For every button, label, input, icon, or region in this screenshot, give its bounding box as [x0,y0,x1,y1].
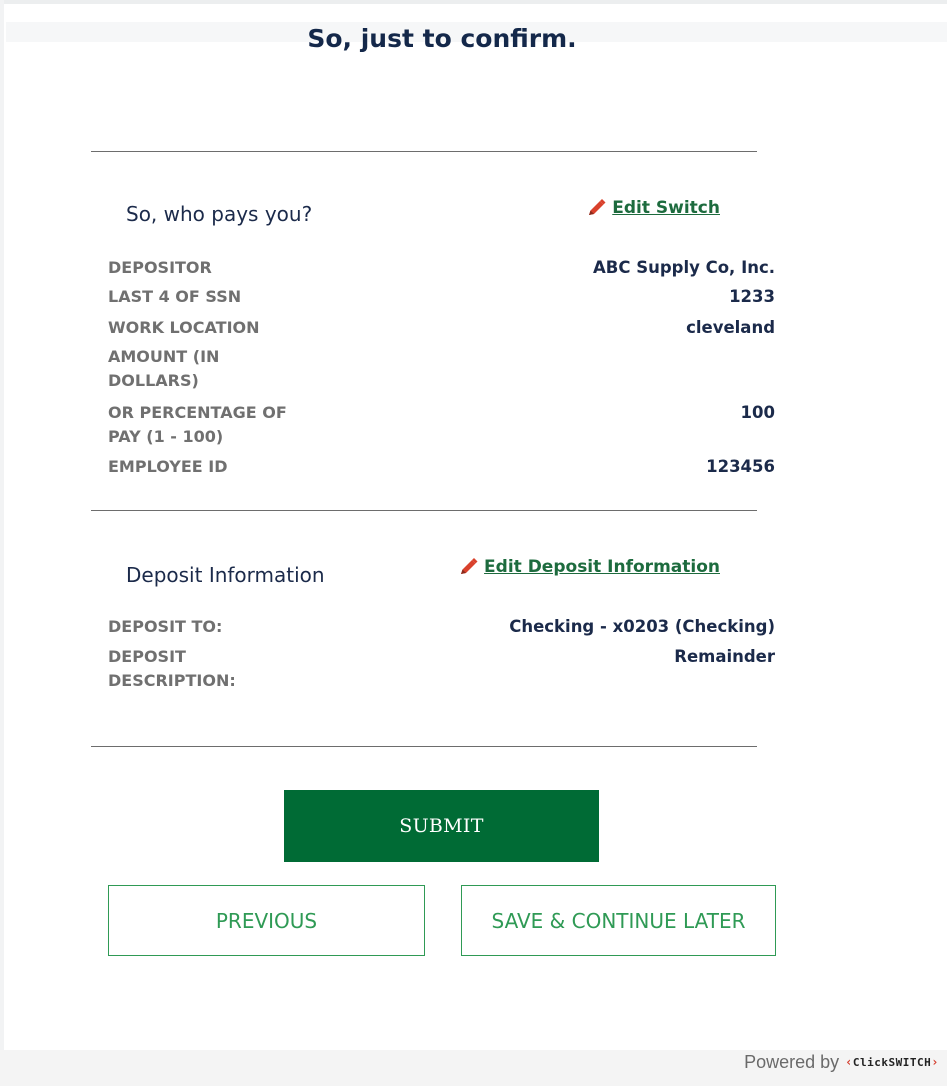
edit-switch-label: Edit Switch [612,198,720,218]
depositor-label: DEPOSITOR [108,258,212,277]
employee-id-value: 123456 [706,457,775,476]
powered-by: Powered by ‹ ClickSWITCH › [744,1050,939,1074]
logo-right-chevron-icon: › [931,1055,939,1069]
divider-top [91,151,757,152]
divider-bottom [91,746,757,747]
percentage-label: OR PERCENTAGE OF PAY (1 - 100) [108,403,287,446]
powered-by-text: Powered by [744,1051,840,1072]
ssn-last4-label: LAST 4 OF SSN [108,287,242,306]
deposit-to-label: DEPOSIT TO: [108,617,223,636]
page-title: So, just to confirm. [307,24,577,53]
employee-id-label: EMPLOYEE ID [108,457,228,476]
ssn-last4-value: 1233 [729,287,775,306]
clickswitch-brand-text: ClickSWITCH [852,1055,932,1069]
deposit-to-value: Checking - x0203 (Checking) [509,617,775,636]
clickswitch-logo: ‹ ClickSWITCH › [845,1055,939,1069]
deposit-description-label: DEPOSIT DESCRIPTION: [108,647,236,690]
submit-button[interactable]: SUBMIT [284,790,599,862]
save-continue-later-button[interactable]: SAVE & CONTINUE LATER [461,885,776,956]
amount-dollars-label: AMOUNT (IN DOLLARS) [108,347,220,390]
previous-button[interactable]: PREVIOUS [108,885,425,956]
work-location-label: WORK LOCATION [108,318,260,337]
work-location-value: cleveland [686,318,775,337]
window-left-border [0,0,4,1086]
divider-middle [91,510,757,511]
depositor-value: ABC Supply Co, Inc. [593,258,775,277]
employer-section-title: So, who pays you? [126,202,313,226]
edit-switch-link[interactable]: Edit Switch [586,198,720,218]
pencil-icon [458,557,480,577]
edit-deposit-label: Edit Deposit Information [484,557,720,577]
percentage-value: 100 [740,403,775,422]
edit-deposit-link[interactable]: Edit Deposit Information [458,557,720,577]
deposit-section-title: Deposit Information [126,563,325,587]
logo-left-chevron-icon: ‹ [845,1055,853,1069]
window-top-border [0,0,947,4]
pencil-icon [586,198,608,218]
deposit-description-value: Remainder [674,647,775,666]
